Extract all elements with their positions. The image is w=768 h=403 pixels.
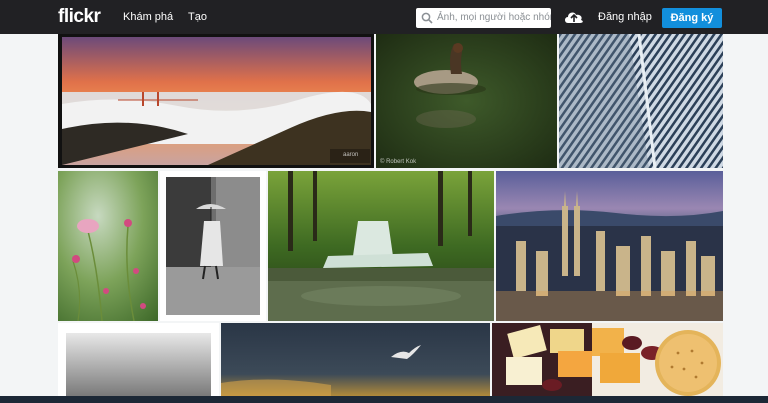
nav-explore[interactable]: Khám phá (123, 11, 173, 23)
os-taskbar (0, 396, 768, 403)
photo-food-crackers[interactable] (492, 323, 723, 396)
photo-credit: © Robert Kok (380, 159, 417, 165)
photo-umbrella-bw[interactable] (160, 171, 266, 321)
login-link[interactable]: Đăng nhập (598, 11, 652, 23)
search-input[interactable]: Ảnh, mọi người hoặc nhóm (416, 8, 551, 28)
top-bar: flickr Khám phá Tạo Ảnh, mọi người hoặc … (0, 0, 768, 34)
nav-create[interactable]: Tạo (188, 11, 207, 23)
photo-gray-sky[interactable] (58, 323, 219, 396)
photo-building-lines[interactable] (559, 34, 723, 168)
photo-pink-flowers[interactable] (58, 171, 158, 321)
upload-cloud-icon[interactable] (563, 8, 585, 26)
photo-grebe-bird[interactable]: © Robert Kok (376, 34, 557, 168)
photo-watermark: aaron (343, 152, 359, 158)
photo-stormy-sea-bird[interactable] (221, 323, 490, 396)
photo-forest-waterfall[interactable] (268, 171, 494, 321)
signup-button[interactable]: Đăng ký (662, 8, 722, 28)
search-icon (421, 12, 433, 24)
photo-golden-gate-fog[interactable]: aaron (58, 34, 374, 168)
photo-kuala-lumpur-city[interactable] (496, 171, 723, 321)
flickr-logo[interactable]: flickr (58, 6, 101, 28)
